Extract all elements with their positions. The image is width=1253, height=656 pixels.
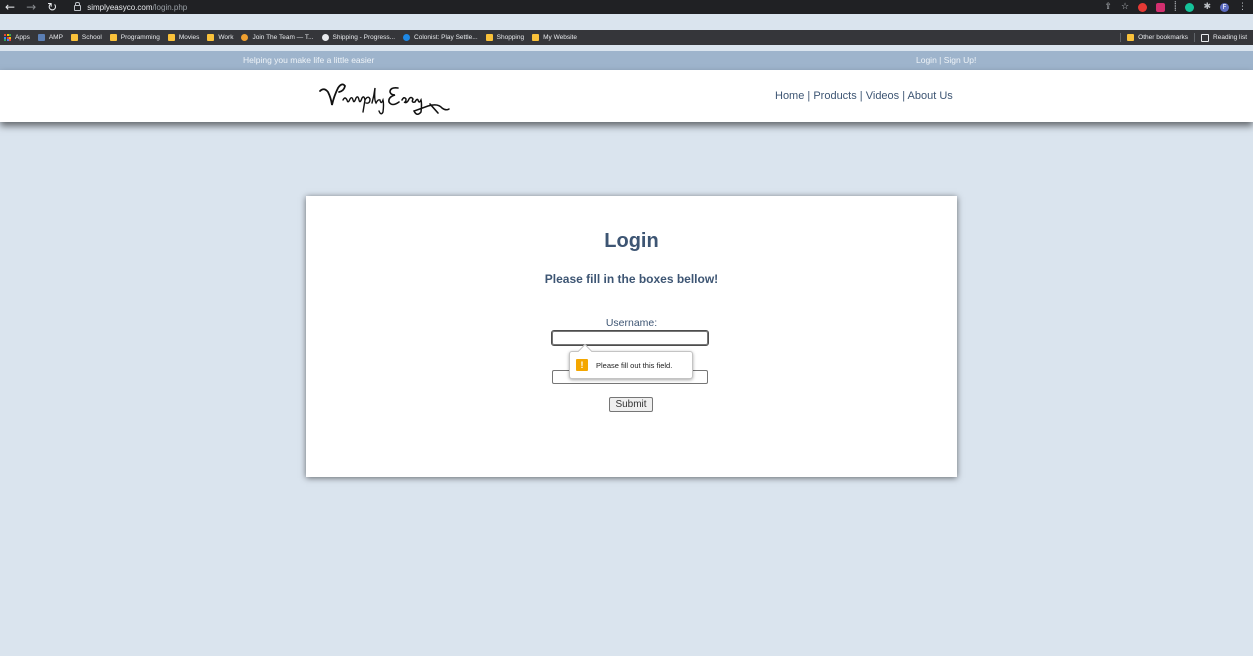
site-tagline: Helping you make life a little easier [243,55,375,65]
reload-icon[interactable]: ↻ [47,0,57,14]
bookmark-movies[interactable]: Movies [167,34,200,41]
nav-separator: | [899,90,908,102]
bookmark-my-website[interactable]: My Website [532,34,577,41]
extension-dropper-icon[interactable]: ⸽ [1174,2,1176,12]
bookmark-label: Apps [15,34,30,41]
forward-arrow-icon[interactable]: → [26,0,36,14]
other-bookmarks[interactable]: Other bookmarks [1127,34,1188,41]
extension-pocket-icon[interactable] [1156,2,1166,12]
browser-toolbar: ← → ↻ simplyeasyco.com/login.php ⇪ ☆ ⸽ ✱… [0,0,1253,14]
bookmark-label: AMP [48,34,63,41]
validation-tooltip: ! Please fill out this field. [569,351,693,379]
main-nav: Home | Products | Videos | About Us [775,90,953,102]
bookmarks-bar: Apps AMP School Programming Movies Work … [0,30,1253,45]
bookmarks-divider [1120,33,1122,42]
bookmark-label: Colonist: Play Settle... [414,34,478,41]
folder-icon [207,34,215,41]
site-icon [321,34,329,41]
lock-icon [74,2,82,11]
bookmark-label: Shopping [496,34,525,41]
bookmark-label: My Website [543,34,577,41]
address-bar[interactable]: simplyeasyco.com/login.php [74,2,188,12]
url-host: simplyeasyco.com [87,2,153,12]
bookmark-label: School [81,34,102,41]
bookmark-shopping[interactable]: Shopping [485,34,525,41]
amp-icon [37,34,45,41]
site-header [0,70,1253,122]
username-input[interactable] [551,330,709,346]
bookmark-label: Shipping - Progress... [332,34,396,41]
folder-icon [485,34,493,41]
nav-home[interactable]: Home [775,90,804,102]
profile-avatar[interactable]: F [1220,2,1229,12]
bookmark-colonist[interactable]: Colonist: Play Settle... [403,34,478,41]
bookmark-label: Work [218,34,234,41]
site-logo[interactable] [318,78,450,123]
apps-grid-icon [4,34,11,41]
bookmark-apps[interactable]: Apps [4,34,30,41]
login-subtitle: Please fill in the boxes bellow! [544,272,719,286]
bookmark-amp[interactable]: AMP [37,34,63,41]
bookmark-school[interactable]: School [70,34,102,41]
bookmark-label: Movies [178,34,200,41]
bookmark-label: Join The Team — T... [252,34,314,41]
reading-list[interactable]: Reading list [1201,33,1247,42]
nav-separator: | [804,90,814,102]
extension-grammarly-icon[interactable] [1185,2,1195,12]
submit-button[interactable]: Submit [609,397,653,412]
folder-icon [167,34,175,41]
validation-message: Please fill out this field. [596,360,673,370]
warning-icon: ! [576,359,588,371]
login-card: Login Please fill in the boxes bellow! U… [306,196,957,477]
extension-red-icon[interactable] [1138,2,1148,12]
bookmark-join-the-team[interactable]: Join The Team — T... [241,34,314,41]
folder-icon [532,34,540,41]
star-icon[interactable]: ☆ [1121,2,1129,12]
site-icon [403,34,411,41]
back-arrow-icon[interactable]: ← [5,0,15,14]
reading-list-label: Reading list [1213,34,1247,41]
nav-about-us[interactable]: About Us [908,90,953,102]
bookmark-label: Programming [120,34,160,41]
folder-icon [109,34,117,41]
reading-list-icon [1201,33,1210,42]
folder-icon [70,34,78,41]
folder-icon [1127,34,1135,41]
nav-products[interactable]: Products [813,90,856,102]
extensions-puzzle-icon[interactable]: ✱ [1203,2,1211,12]
username-label: Username: [605,317,658,329]
share-icon[interactable]: ⇪ [1105,2,1113,12]
simplyeasy-logo-icon [319,83,450,115]
nav-separator: | [856,90,866,102]
login-signup-link[interactable]: Login | Sign Up! [916,55,976,65]
bookmark-work[interactable]: Work [207,34,233,41]
url-path: /login.php [152,2,188,12]
login-title: Login [604,230,659,252]
site-topbar [0,51,1253,70]
nav-videos[interactable]: Videos [866,90,899,102]
bookmark-programming[interactable]: Programming [109,34,160,41]
bookmark-shipping[interactable]: Shipping - Progress... [321,34,396,41]
bookmarks-divider [1194,33,1196,42]
other-bookmarks-label: Other bookmarks [1138,34,1189,41]
menu-kebab-icon[interactable]: ⋮ [1238,2,1247,12]
site-icon [241,34,249,41]
